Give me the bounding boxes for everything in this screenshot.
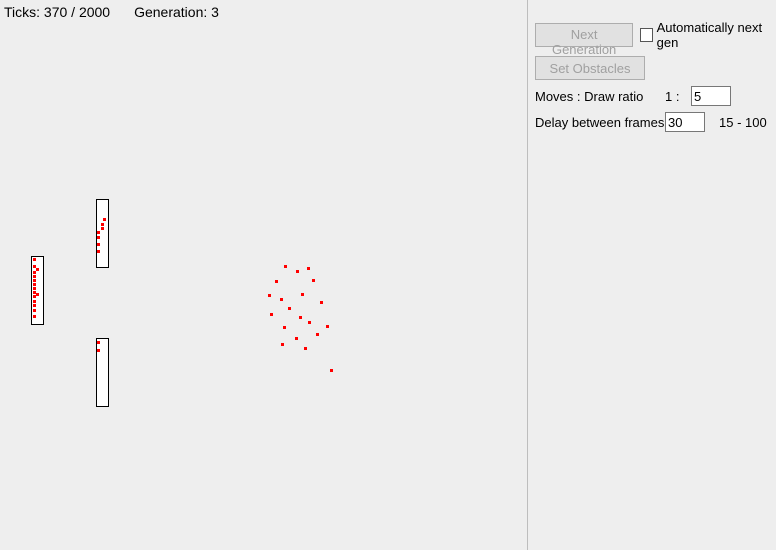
agent-dot	[288, 307, 291, 310]
agent-dot	[97, 231, 100, 234]
panel-divider	[527, 0, 528, 550]
agent-dot	[101, 227, 104, 230]
agent-dot	[33, 283, 36, 286]
agent-dot	[33, 279, 36, 282]
next-generation-button[interactable]: Next Generation	[535, 23, 633, 47]
agent-dot	[307, 267, 310, 270]
agent-dot	[33, 287, 36, 290]
delay-range-label: 15 - 100	[719, 115, 767, 130]
ratio-input[interactable]	[691, 86, 731, 106]
agent-dot	[275, 280, 278, 283]
agent-dot	[33, 300, 36, 303]
delay-label: Delay between frames	[535, 115, 665, 130]
agent-dot	[270, 313, 273, 316]
agent-dot	[103, 218, 106, 221]
agent-dot	[326, 325, 329, 328]
agent-dot	[308, 321, 311, 324]
auto-next-gen-checkbox[interactable]	[640, 28, 652, 42]
agent-dot	[101, 223, 104, 226]
agent-dot	[281, 343, 284, 346]
agent-dot	[97, 243, 100, 246]
agent-dot	[36, 293, 39, 296]
agent-dot	[33, 275, 36, 278]
agent-dot	[97, 250, 100, 253]
agent-dot	[316, 333, 319, 336]
agent-dot	[33, 271, 36, 274]
agent-dot	[312, 279, 315, 282]
agent-dot	[33, 309, 36, 312]
agent-dot	[268, 294, 271, 297]
set-obstacles-button[interactable]: Set Obstacles	[535, 56, 645, 80]
agent-dot	[33, 258, 36, 261]
agent-dot	[330, 369, 333, 372]
ratio-prefix: 1 :	[665, 89, 685, 104]
auto-next-gen-label: Automatically next gen	[657, 20, 770, 50]
agent-dot	[33, 304, 36, 307]
ratio-label: Moves : Draw ratio	[535, 89, 665, 104]
agent-dot	[304, 347, 307, 350]
agent-dot	[97, 341, 100, 344]
agent-dot	[97, 236, 100, 239]
agent-dot	[301, 293, 304, 296]
agent-dot	[97, 349, 100, 352]
agent-dot	[299, 316, 302, 319]
simulation-canvas	[0, 0, 527, 550]
delay-input[interactable]	[665, 112, 705, 132]
agent-dot	[296, 270, 299, 273]
agent-dot	[33, 315, 36, 318]
control-panel: Next Generation Automatically next gen S…	[535, 20, 770, 138]
agent-dot	[283, 326, 286, 329]
agent-dot	[284, 265, 287, 268]
agent-dot	[36, 268, 39, 271]
agent-dot	[295, 337, 298, 340]
agent-dot	[320, 301, 323, 304]
agent-dot	[280, 298, 283, 301]
